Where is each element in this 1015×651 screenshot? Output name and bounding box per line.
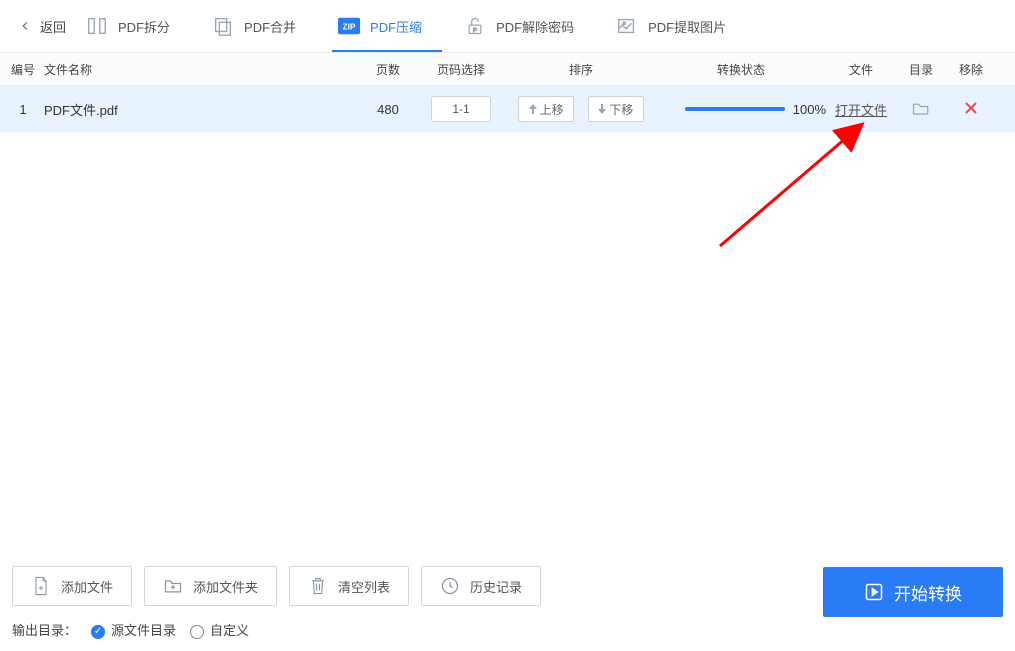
zip-icon: ZIP xyxy=(338,15,360,37)
col-range: 页码选择 xyxy=(416,61,506,78)
tab-pdf-merge[interactable]: PDF合并 xyxy=(206,0,326,52)
trash-icon xyxy=(308,576,328,596)
arrow-left-icon xyxy=(14,15,36,37)
unlock-icon: P xyxy=(464,15,486,37)
output-custom-label: 自定义 xyxy=(210,620,249,639)
split-icon xyxy=(86,15,108,37)
clock-icon xyxy=(440,576,460,596)
add-folder-button[interactable]: 添加文件夹 xyxy=(144,566,277,606)
tab-label: PDF拆分 xyxy=(118,17,170,36)
move-down-label: 下移 xyxy=(609,101,633,118)
clear-list-button[interactable]: 清空列表 xyxy=(289,566,409,606)
svg-text:P: P xyxy=(473,28,477,34)
folder-add-icon xyxy=(163,576,183,596)
tab-label: PDF压缩 xyxy=(370,17,422,36)
row-filename: PDF文件.pdf xyxy=(40,100,360,119)
folder-icon xyxy=(912,100,930,116)
tab-label: PDF合并 xyxy=(244,17,296,36)
move-up-button[interactable]: 上移 xyxy=(518,96,574,122)
back-label: 返回 xyxy=(40,17,66,36)
output-custom-radio[interactable]: 自定义 xyxy=(190,620,249,639)
add-folder-label: 添加文件夹 xyxy=(193,577,258,596)
merge-icon xyxy=(212,15,234,37)
open-file-link[interactable]: 打开文件 xyxy=(835,103,887,118)
table-header: 编号 文件名称 页数 页码选择 排序 转换状态 文件 目录 移除 xyxy=(0,52,1015,86)
tab-label: PDF提取图片 xyxy=(648,17,726,36)
col-del: 移除 xyxy=(946,61,996,78)
add-file-button[interactable]: 添加文件 xyxy=(12,566,132,606)
tab-pdf-unlock[interactable]: P PDF解除密码 xyxy=(458,0,604,52)
add-file-label: 添加文件 xyxy=(61,577,113,596)
tab-pdf-extract-image[interactable]: PDF提取图片 xyxy=(610,0,756,52)
history-label: 历史记录 xyxy=(470,577,522,596)
history-button[interactable]: 历史记录 xyxy=(421,566,541,606)
move-up-label: 上移 xyxy=(540,101,564,118)
row-pagecount: 480 xyxy=(360,102,416,117)
page-range-input[interactable] xyxy=(431,96,491,122)
move-down-button[interactable]: 下移 xyxy=(588,96,644,122)
col-pages: 页数 xyxy=(360,61,416,78)
col-name: 文件名称 xyxy=(40,61,360,78)
annotation-arrow xyxy=(710,116,880,256)
image-extract-icon xyxy=(616,15,638,37)
progress-bar xyxy=(685,107,785,111)
tab-label: PDF解除密码 xyxy=(496,17,574,36)
radio-unchecked-icon xyxy=(190,625,204,639)
open-folder-button[interactable] xyxy=(912,104,930,119)
output-source-label: 源文件目录 xyxy=(111,620,176,639)
start-convert-label: 开始转换 xyxy=(894,580,962,605)
col-file: 文件 xyxy=(826,61,896,78)
start-convert-button[interactable]: 开始转换 xyxy=(823,567,1003,617)
arrow-down-icon xyxy=(598,104,606,114)
col-idx: 编号 xyxy=(6,61,40,78)
output-source-radio[interactable]: 源文件目录 xyxy=(91,620,176,639)
col-dir: 目录 xyxy=(896,61,946,78)
col-sort: 排序 xyxy=(506,61,656,78)
svg-text:ZIP: ZIP xyxy=(343,23,356,32)
remove-row-button[interactable] xyxy=(964,103,978,118)
row-index: 1 xyxy=(6,102,40,117)
file-add-icon xyxy=(31,576,51,596)
close-icon xyxy=(964,101,978,115)
tab-pdf-split[interactable]: PDF拆分 xyxy=(80,0,200,52)
clear-list-label: 清空列表 xyxy=(338,577,390,596)
col-status: 转换状态 xyxy=(656,61,826,78)
back-button[interactable]: 返回 xyxy=(6,9,74,43)
output-dir-label: 输出目录： xyxy=(12,620,77,639)
arrow-up-icon xyxy=(529,104,537,114)
tab-pdf-compress[interactable]: ZIP PDF压缩 xyxy=(332,0,452,52)
table-row[interactable]: 1 PDF文件.pdf 480 上移 下移 100% 打开文件 xyxy=(0,86,1015,132)
play-icon xyxy=(864,582,884,602)
radio-checked-icon xyxy=(91,625,105,639)
progress-percent: 100% xyxy=(793,102,826,117)
